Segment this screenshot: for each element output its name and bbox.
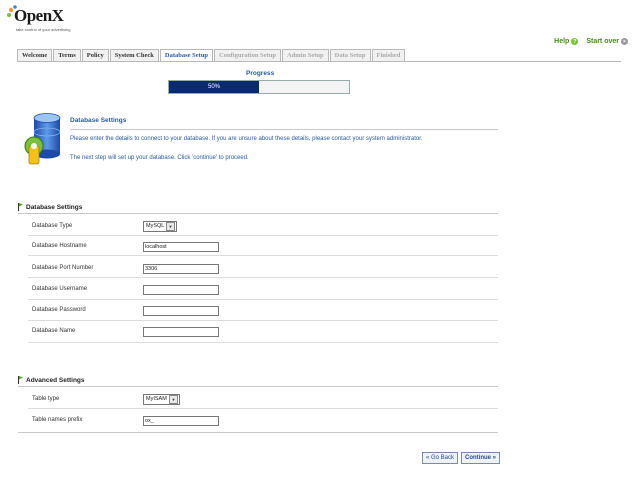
row-separator	[28, 277, 498, 278]
database-name-input[interactable]	[143, 327, 219, 337]
go-back-button[interactable]: « Go Back	[422, 452, 459, 464]
row-separator	[28, 342, 498, 343]
advanced-settings-divider	[18, 386, 498, 387]
continue-button[interactable]: Continue »	[461, 452, 500, 464]
advanced-settings-header: Advanced Settings	[18, 376, 85, 384]
database-icon	[18, 112, 66, 170]
progress-value: 50%	[207, 84, 220, 90]
database-name-label: Database Name	[32, 328, 76, 334]
chevron-down-icon: ▼	[169, 395, 178, 404]
table-type-label: Table type	[32, 396, 60, 402]
tab-divider	[17, 61, 621, 62]
row-separator	[28, 408, 498, 409]
database-type-label: Database Type	[32, 223, 73, 229]
tab-policy[interactable]: Policy	[81, 49, 109, 61]
tab-database-setup[interactable]: Database Setup	[159, 49, 214, 61]
intro-instructions: Please enter the details to connect to y…	[70, 136, 423, 142]
brand-name: OpenX	[14, 6, 64, 25]
database-password-input[interactable]	[143, 306, 219, 316]
stop-icon: ×	[621, 38, 628, 45]
database-username-label: Database Username	[32, 286, 88, 292]
database-port-label: Database Port Number	[32, 265, 94, 271]
db-settings-divider	[18, 213, 498, 214]
row-separator	[28, 320, 498, 321]
tab-system-check[interactable]: System Check	[109, 49, 159, 61]
progress-bar: 50%	[168, 80, 350, 94]
tab-terms[interactable]: Terms	[53, 49, 81, 61]
tab-data-setup: Data Setup	[329, 49, 371, 61]
database-type-value: MySQL	[146, 223, 165, 229]
help-label: Help	[554, 38, 570, 45]
tab-admin-setup: Admin Setup	[281, 49, 329, 61]
database-type-select[interactable]: MySQL ▼	[143, 221, 177, 232]
wizard-tabs: Welcome Terms Policy System Check Databa…	[17, 49, 406, 61]
chevron-down-icon: ▼	[166, 222, 175, 231]
database-hostname-label: Database Hostname	[32, 243, 87, 249]
db-settings-header: Database Settings	[18, 203, 82, 211]
database-username-input[interactable]	[143, 285, 219, 295]
table-prefix-label: Table names prefix	[32, 417, 83, 423]
row-separator	[28, 235, 498, 236]
flag-icon	[18, 203, 23, 211]
tab-finished: Finished	[371, 49, 406, 61]
progress-label: Progress	[246, 70, 275, 77]
database-hostname-input[interactable]: localhost	[143, 242, 219, 252]
help-icon: ?	[571, 38, 579, 45]
row-separator	[28, 299, 498, 300]
start-over-label: Start over	[586, 38, 619, 45]
brand-tagline: take control of your advertising	[16, 27, 71, 32]
table-type-select[interactable]: MyISAM ▼	[143, 394, 180, 405]
intro-divider	[70, 129, 498, 130]
flag-icon	[18, 376, 23, 384]
db-settings-title: Database Settings	[26, 203, 83, 211]
intro-next-step: The next step will set up your database.…	[70, 155, 249, 161]
row-separator	[28, 255, 498, 256]
database-password-label: Database Password	[32, 307, 86, 313]
advanced-settings-title: Advanced Settings	[26, 376, 85, 384]
help-link[interactable]: Help ?	[554, 38, 579, 45]
database-port-input[interactable]: 3306	[143, 264, 219, 274]
intro-title: Database Settings	[70, 117, 127, 124]
tab-configuration-setup: Configuration Setup	[214, 49, 281, 61]
table-type-value: MyISAM	[146, 396, 167, 402]
advanced-settings-bottom-divider	[18, 432, 498, 433]
top-links: Help ? Start over ×	[554, 38, 628, 45]
table-prefix-input[interactable]: ox_	[143, 416, 219, 426]
tab-welcome[interactable]: Welcome	[17, 49, 53, 61]
start-over-link[interactable]: Start over ×	[586, 38, 628, 45]
